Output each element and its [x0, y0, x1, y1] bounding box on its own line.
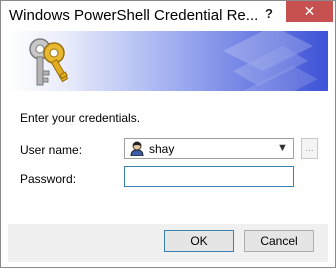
password-label: Password:: [20, 172, 77, 186]
header-banner: [8, 31, 328, 91]
window-title: Windows PowerShell Credential Re...: [9, 7, 259, 24]
credentials-form: Enter your credentials. User name: shay …: [8, 91, 328, 224]
cancel-button[interactable]: Cancel: [244, 230, 314, 252]
button-bar: OK Cancel: [8, 224, 328, 262]
ok-button[interactable]: OK: [164, 230, 234, 252]
browse-button[interactable]: ...: [301, 138, 318, 159]
keys-icon: [29, 38, 69, 86]
user-name-label: User name:: [20, 143, 83, 157]
help-button[interactable]: ?: [259, 5, 279, 23]
password-field[interactable]: [124, 166, 294, 187]
user-icon: [130, 141, 144, 156]
close-button[interactable]: ✕: [286, 1, 333, 22]
powershell-watermark-icon: [223, 31, 318, 91]
user-name-value: shay: [149, 142, 175, 156]
title-bar: Windows PowerShell Credential Re... ? ✕: [1, 1, 335, 31]
user-name-combobox[interactable]: shay ▼: [124, 138, 294, 159]
chevron-down-icon[interactable]: ▼: [277, 142, 288, 154]
prompt-text: Enter your credentials.: [20, 111, 141, 125]
credential-dialog: Windows PowerShell Credential Re... ? ✕ …: [0, 0, 336, 268]
